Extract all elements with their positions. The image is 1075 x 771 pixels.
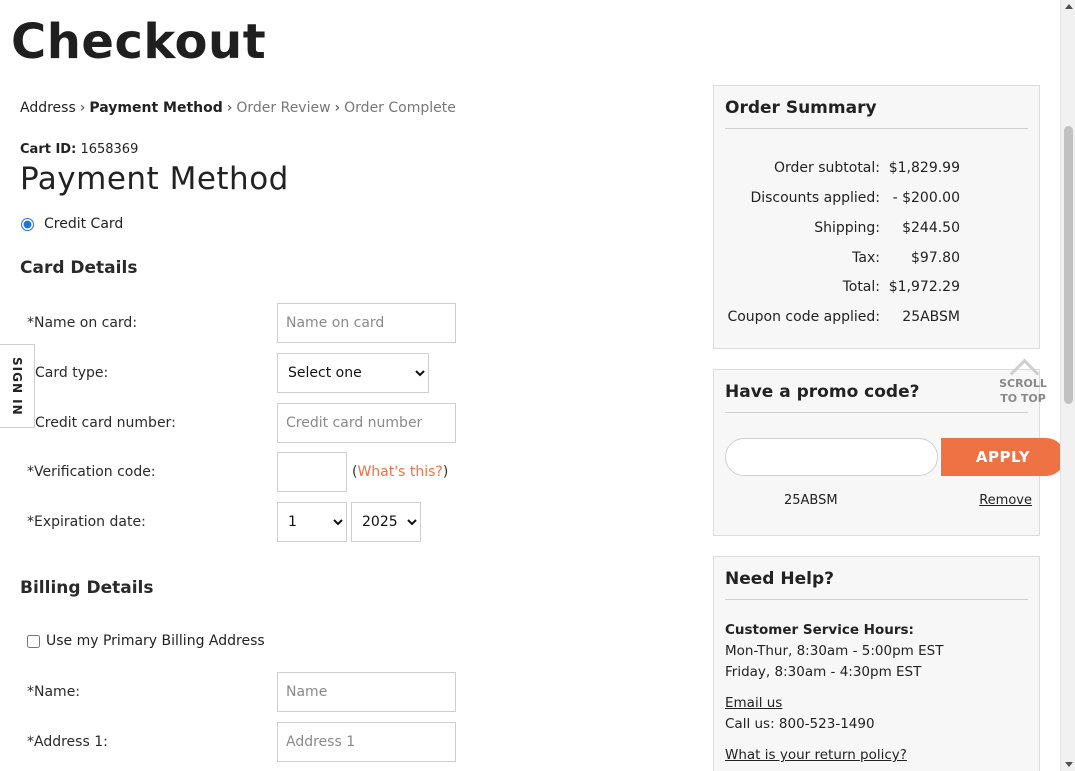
breadcrumb-address[interactable]: Address	[20, 100, 76, 116]
cart-id: Cart ID: 1658369	[20, 142, 138, 157]
breadcrumb-order-complete: Order Complete	[344, 100, 456, 116]
credit-card-radio[interactable]	[21, 217, 34, 231]
billing-address1-label: *Address 1:	[27, 734, 108, 750]
call-us-text: Call us: 800-523-1490	[725, 716, 875, 732]
card-details-title: Card Details	[20, 258, 138, 278]
sign-in-label: SIGN IN	[10, 356, 24, 416]
divider	[725, 128, 1028, 129]
credit-card-option[interactable]: Credit Card	[20, 216, 123, 232]
use-primary-billing-checkbox[interactable]	[27, 634, 40, 648]
card-number-label: Credit card number:	[35, 415, 176, 431]
apply-button[interactable]: APPLY	[941, 438, 1060, 476]
summary-label: Discounts applied:	[750, 190, 880, 206]
whats-this-wrapper: (What's this?)	[352, 464, 448, 480]
verification-code-input[interactable]	[277, 452, 347, 492]
payment-method-title: Payment Method	[20, 161, 289, 197]
use-primary-billing-label: Use my Primary Billing Address	[46, 633, 265, 649]
whats-this-link[interactable]: What's this?	[357, 464, 442, 480]
applied-promo-code: 25ABSM	[784, 493, 838, 508]
page-title: Checkout	[11, 14, 267, 70]
summary-label: Tax:	[852, 250, 880, 266]
promo-title: Have a promo code?	[725, 382, 920, 402]
card-type-row: Card type: Select one	[27, 353, 429, 393]
card-number-input[interactable]	[277, 403, 456, 443]
divider	[725, 412, 1028, 413]
sign-in-tab[interactable]: SIGN IN	[0, 344, 35, 428]
billing-details-title: Billing Details	[20, 578, 154, 598]
summary-value: $1,829.99	[888, 160, 960, 176]
help-body: Customer Service Hours: Mon-Thur, 8:30am…	[714, 600, 1039, 766]
email-us-link[interactable]: Email us	[725, 695, 782, 711]
name-on-card-row: *Name on card:	[27, 303, 456, 343]
return-policy-link[interactable]: What is your return policy?	[725, 747, 907, 763]
summary-value: - $200.00	[892, 190, 960, 206]
breadcrumb-separator: ›	[226, 100, 233, 116]
summary-label: Coupon code applied:	[727, 309, 880, 325]
billing-name-row: *Name:	[27, 672, 456, 712]
summary-value: $244.50	[902, 220, 960, 236]
billing-name-label: *Name:	[27, 684, 81, 700]
promo-code-input[interactable]	[725, 438, 938, 476]
cart-id-label: Cart ID:	[20, 142, 77, 157]
billing-name-input[interactable]	[277, 672, 456, 712]
name-on-card-label: *Name on card:	[27, 315, 138, 331]
summary-value: 25ABSM	[902, 309, 960, 325]
hours-line: Friday, 8:30am - 4:30pm EST	[725, 664, 922, 680]
need-help-box: Need Help? Customer Service Hours: Mon-T…	[713, 556, 1040, 771]
scroll-up-arrow-icon[interactable]	[1065, 4, 1073, 9]
breadcrumb-order-review: Order Review	[236, 100, 331, 116]
summary-label: Shipping:	[814, 220, 880, 236]
chevron-up-icon	[1007, 356, 1039, 374]
expiration-month-select[interactable]: 1	[277, 502, 347, 542]
need-help-title: Need Help?	[725, 569, 834, 589]
card-number-row: Credit card number:	[27, 403, 456, 443]
name-on-card-input[interactable]	[277, 303, 456, 343]
card-type-label: Card type:	[35, 365, 109, 381]
breadcrumb-separator: ›	[334, 100, 341, 116]
expiration-date-label: *Expiration date:	[27, 514, 146, 530]
billing-address1-row: *Address 1:	[27, 722, 456, 762]
hours-line: Mon-Thur, 8:30am - 5:00pm EST	[725, 643, 944, 659]
scroll-to-top-label: TO TOP	[1000, 392, 1046, 405]
hours-title: Customer Service Hours:	[725, 622, 914, 638]
order-summary-title: Order Summary	[725, 98, 877, 118]
summary-label: Order subtotal:	[773, 160, 880, 176]
summary-value: $97.80	[911, 250, 960, 266]
vertical-scrollbar[interactable]	[1060, 0, 1075, 771]
breadcrumb-payment-method: Payment Method	[89, 100, 223, 116]
expiration-date-row: *Expiration date: 1 2025	[27, 502, 421, 542]
verification-code-label: *Verification code:	[27, 464, 156, 480]
scroll-down-arrow-icon[interactable]	[1065, 762, 1073, 767]
breadcrumb-separator: ›	[79, 100, 86, 116]
use-primary-billing-option[interactable]: Use my Primary Billing Address	[27, 633, 265, 649]
scroll-to-top-button[interactable]: SCROLL TO TOP	[996, 356, 1050, 406]
summary-value: $1,972.29	[888, 279, 960, 295]
paren-close: )	[442, 464, 449, 480]
breadcrumb: Address › Payment Method › Order Review › Orde…	[20, 100, 456, 116]
order-summary-box: Order Summary Order subtotal: $1,829.99 …	[713, 85, 1040, 349]
expiration-year-select[interactable]: 2025	[351, 502, 421, 542]
cart-id-value: 1658369	[80, 142, 139, 157]
remove-promo-link[interactable]: Remove	[979, 493, 1032, 508]
summary-label: Total:	[842, 279, 880, 295]
scrollbar-thumb[interactable]	[1064, 126, 1073, 404]
checkout-page: Checkout Address › Payment Method › Order Re…	[0, 0, 1060, 771]
verification-code-row: *Verification code: (What's this?)	[27, 452, 448, 492]
billing-address1-input[interactable]	[277, 722, 456, 762]
card-type-select[interactable]: Select one	[277, 353, 429, 393]
credit-card-label: Credit Card	[44, 216, 124, 232]
promo-box: Have a promo code? APPLY 25ABSM Remove	[713, 369, 1060, 536]
